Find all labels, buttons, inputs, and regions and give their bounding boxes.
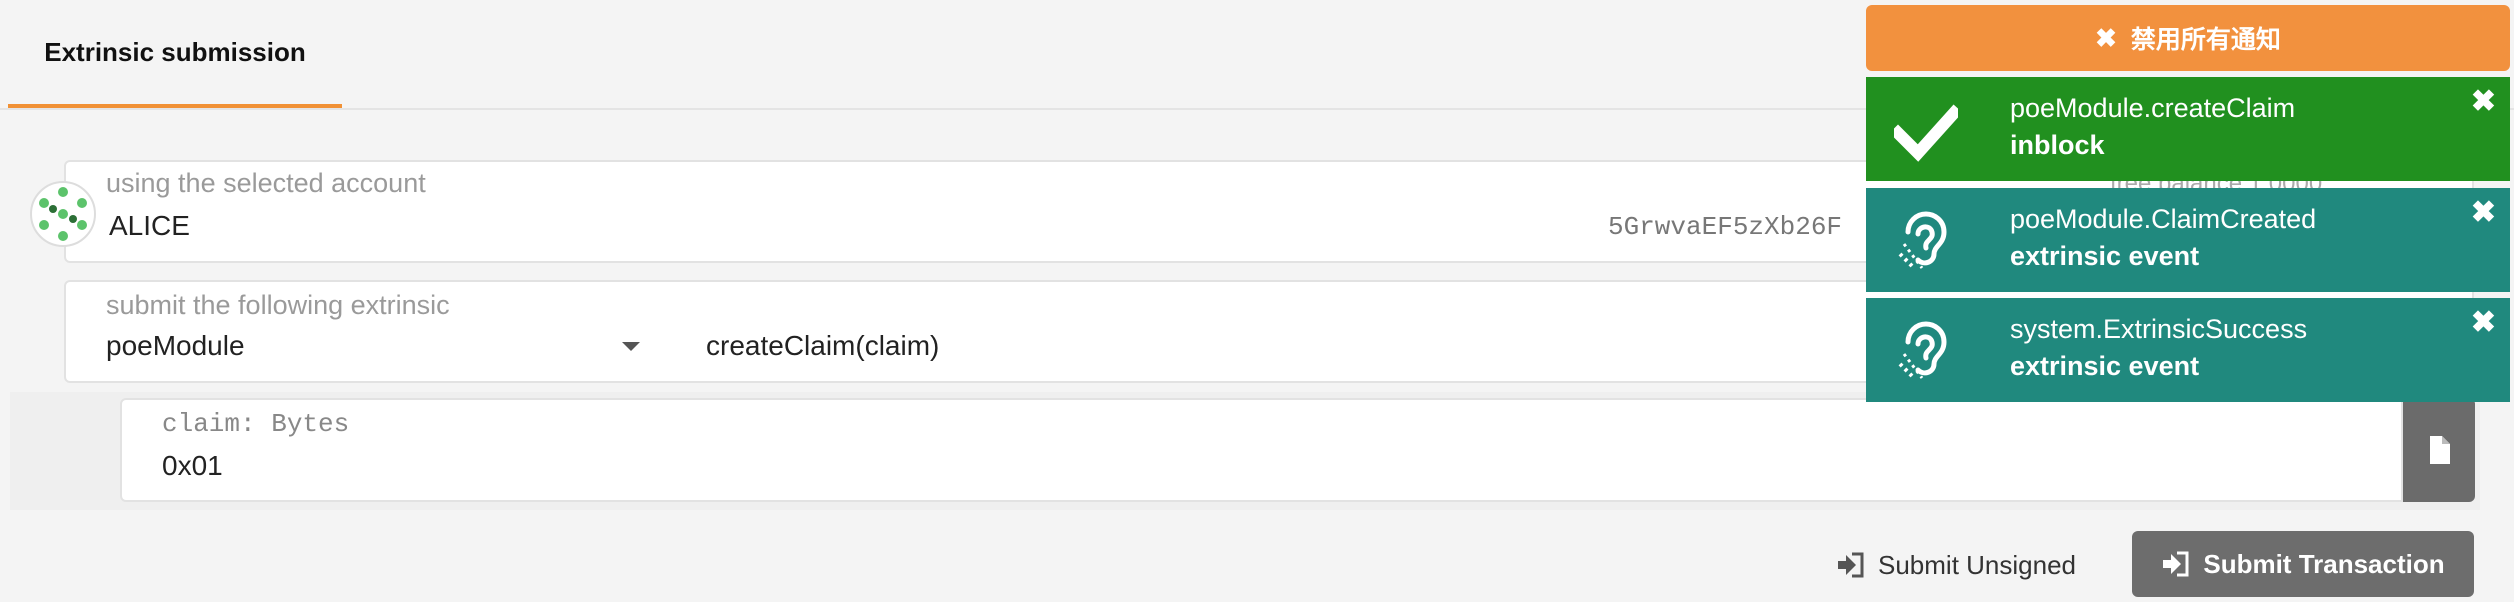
claim-input[interactable]: 0x01 bbox=[162, 450, 223, 482]
notification-title: poeModule.createClaim bbox=[2010, 93, 2296, 123]
notification-toast: system.ExtrinsicSuccess extrinsic event … bbox=[1866, 298, 2510, 402]
claim-param-label: claim: Bytes bbox=[162, 409, 350, 439]
sign-in-icon bbox=[2163, 551, 2189, 577]
account-label: using the selected account bbox=[106, 168, 426, 198]
file-upload-button[interactable] bbox=[2403, 398, 2475, 502]
identicon-icon bbox=[34, 185, 92, 243]
submit-unsigned-label: Submit Unsigned bbox=[1878, 549, 2076, 580]
account-avatar bbox=[30, 181, 96, 247]
notification-toast: poeModule.createClaim inblock ✖ bbox=[1866, 77, 2510, 181]
notification-status: inblock bbox=[2010, 130, 2105, 160]
notification-status: extrinsic event bbox=[2010, 351, 2200, 381]
module-dropdown[interactable]: poeModule bbox=[106, 330, 245, 362]
notification-title: poeModule.ClaimCreated bbox=[2010, 204, 2317, 234]
account-name: ALICE bbox=[109, 210, 190, 241]
notification-toast: poeModule.ClaimCreated extrinsic event ✖ bbox=[1866, 188, 2510, 292]
notification-status: extrinsic event bbox=[2010, 241, 2200, 271]
file-icon bbox=[2430, 436, 2450, 464]
close-icon[interactable]: ✖ bbox=[2471, 87, 2496, 117]
close-icon: ✖ bbox=[2095, 22, 2117, 53]
submit-unsigned-button[interactable]: Submit Unsigned bbox=[1836, 540, 2076, 590]
submit-transaction-label: Submit Transaction bbox=[2203, 548, 2445, 579]
close-icon[interactable]: ✖ bbox=[2471, 198, 2496, 228]
tab-extrinsic-submission[interactable]: Extrinsic submission bbox=[8, 0, 342, 108]
ear-icon bbox=[1898, 211, 1947, 269]
method-dropdown[interactable]: createClaim(claim) bbox=[706, 330, 939, 362]
claim-param-field bbox=[120, 398, 2403, 502]
ear-icon bbox=[1898, 321, 1947, 379]
account-address: 5GrwvaEF5zXb26F bbox=[1608, 212, 1843, 242]
submit-transaction-button[interactable]: Submit Transaction bbox=[2132, 531, 2474, 597]
close-icon[interactable]: ✖ bbox=[2471, 308, 2496, 338]
extrinsic-label: submit the following extrinsic bbox=[106, 290, 450, 320]
dismiss-all-notifications-button[interactable]: ✖ 禁用所有通知 bbox=[1866, 5, 2510, 71]
module-chevron-down-icon[interactable] bbox=[622, 342, 640, 351]
dismiss-all-label: 禁用所有通知 bbox=[2130, 26, 2281, 54]
check-icon bbox=[1894, 104, 1958, 162]
sign-in-icon bbox=[1838, 552, 1864, 578]
notification-title: system.ExtrinsicSuccess bbox=[2010, 314, 2308, 344]
